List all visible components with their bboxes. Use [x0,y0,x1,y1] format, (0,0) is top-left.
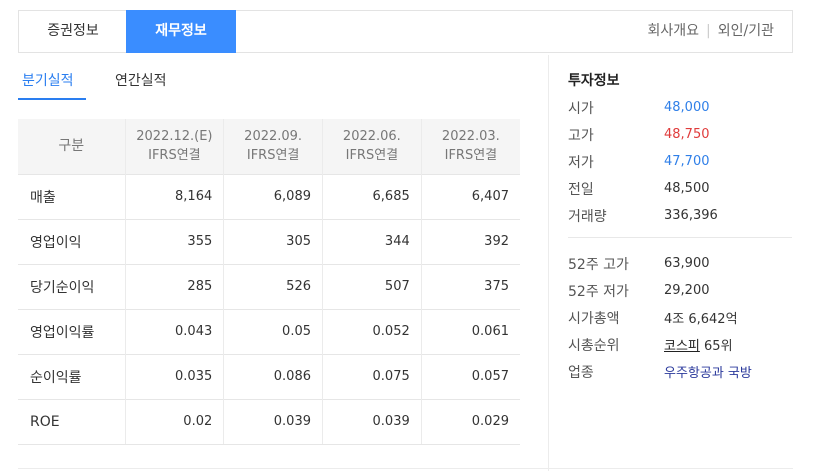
row-label: ROE [18,398,125,445]
top-links: 회사개요 | 외인/기관 [648,11,775,52]
tab-stock-info[interactable]: 증권정보 [19,10,127,53]
info-row-low: 저가 47,700 [568,148,793,175]
table-row-operating-margin: 영업이익률 0.043 0.05 0.052 0.061 [18,308,520,354]
info-label: 52주 저가 [568,283,629,300]
info-label: 거래량 [568,208,607,225]
table-cell: 0.043 [124,308,224,354]
table-cell: 507 [322,263,422,309]
company-overview-link[interactable]: 회사개요 [648,23,700,39]
bottom-divider [18,468,793,469]
rank-value: 65위 [704,339,733,354]
info-value: 코스피 65위 [664,335,733,354]
info-label: 시가 [568,100,594,117]
info-label: 시총순위 [568,337,620,354]
table-row-operating-profit: 영업이익 355 305 344 392 [18,218,520,264]
tab-annual[interactable]: 연간실적 [115,70,167,100]
info-label: 저가 [568,154,594,171]
table-cell: 0.052 [322,308,422,354]
table-cell: 392 [420,218,520,264]
table-row-revenue: 매출 8,164 6,089 6,685 6,407 [18,173,520,219]
table-cell: 0.061 [420,308,520,354]
section-divider [568,237,792,238]
table-cell: 6,685 [322,173,422,219]
table-cell: 285 [124,263,224,309]
table-cell: 0.086 [223,353,323,399]
info-value: 47,700 [664,154,710,169]
info-value: 4조 6,642억 [664,312,738,327]
info-value: 336,396 [664,208,718,223]
info-value: 48,750 [664,127,710,142]
table-header-row: 구분 2022.12.(E) IFRS연결 2022.09. IFRS연결 2022… [18,119,520,174]
info-row-52w-low: 52주 저가 29,200 [568,277,793,304]
investment-info-title: 투자정보 [568,73,620,89]
row-label: 영업이익 [18,218,125,264]
table-cell: 0.02 [124,398,224,445]
row-label: 당기순이익 [18,263,125,309]
table-row-roe: ROE 0.02 0.039 0.039 0.029 [18,398,520,445]
header-period: 2022.03. IFRS연결 [420,119,520,174]
table-cell: 0.075 [322,353,422,399]
header-period: 2022.06. IFRS연결 [322,119,422,174]
table-row-net-income: 당기순이익 285 526 507 375 [18,263,520,309]
table-cell: 344 [322,218,422,264]
info-value: 29,200 [664,283,710,298]
header-period: 2022.12.(E) IFRS연결 [124,119,224,174]
tab-financial-info[interactable]: 재무정보 [126,10,236,53]
foreign-institution-link[interactable]: 외인/기관 [718,23,774,39]
table-cell: 0.05 [223,308,323,354]
top-tab-bar: 증권정보 재무정보 회사개요 | 외인/기관 [18,10,793,53]
table-cell: 0.039 [223,398,323,445]
info-row-volume: 거래량 336,396 [568,202,793,229]
info-label: 52주 고가 [568,256,629,273]
investment-info-panel: 투자정보 시가 48,000 고가 48,750 저가 47,700 전일 48… [568,70,793,385]
info-value: 48,500 [664,181,710,196]
vertical-divider [548,55,549,471]
table-cell: 305 [223,218,323,264]
info-value: 48,000 [664,100,710,115]
row-label: 영업이익률 [18,308,125,354]
table-row-net-margin: 순이익률 0.035 0.086 0.075 0.057 [18,353,520,399]
industry-link[interactable]: 우주항공과 국방 [664,362,752,381]
info-row-rank: 시총순위 코스피 65위 [568,331,793,358]
info-label: 시가총액 [568,310,620,327]
info-row-market-cap: 시가총액 4조 6,642억 [568,304,793,331]
table-cell: 6,407 [420,173,520,219]
header-period: 2022.09. IFRS연결 [223,119,323,174]
row-label: 순이익률 [18,353,125,399]
info-label: 전일 [568,181,594,198]
table-cell: 375 [420,263,520,309]
info-row-industry: 업종 우주항공과 국방 [568,358,793,385]
info-value: 63,900 [664,256,710,271]
info-label: 고가 [568,127,594,144]
table-cell: 0.029 [420,398,520,445]
tab-quarterly[interactable]: 분기실적 [18,70,86,100]
table-cell: 0.039 [322,398,422,445]
info-row-high: 고가 48,750 [568,121,793,148]
financial-table: 구분 2022.12.(E) IFRS연결 2022.09. IFRS연결 2022… [18,119,520,445]
market-kospi-link[interactable]: 코스피 [664,339,700,354]
table-cell: 526 [223,263,323,309]
table-cell: 0.035 [124,353,224,399]
table-cell: 0.057 [420,353,520,399]
info-row-prev-close: 전일 48,500 [568,175,793,202]
header-category: 구분 [18,119,125,174]
info-label: 업종 [568,364,594,381]
info-row-52w-high: 52주 고가 63,900 [568,250,793,277]
table-cell: 6,089 [223,173,323,219]
table-cell: 8,164 [124,173,224,219]
link-separator: | [706,23,711,39]
table-cell: 355 [124,218,224,264]
info-row-open: 시가 48,000 [568,94,793,121]
row-label: 매출 [18,173,125,219]
